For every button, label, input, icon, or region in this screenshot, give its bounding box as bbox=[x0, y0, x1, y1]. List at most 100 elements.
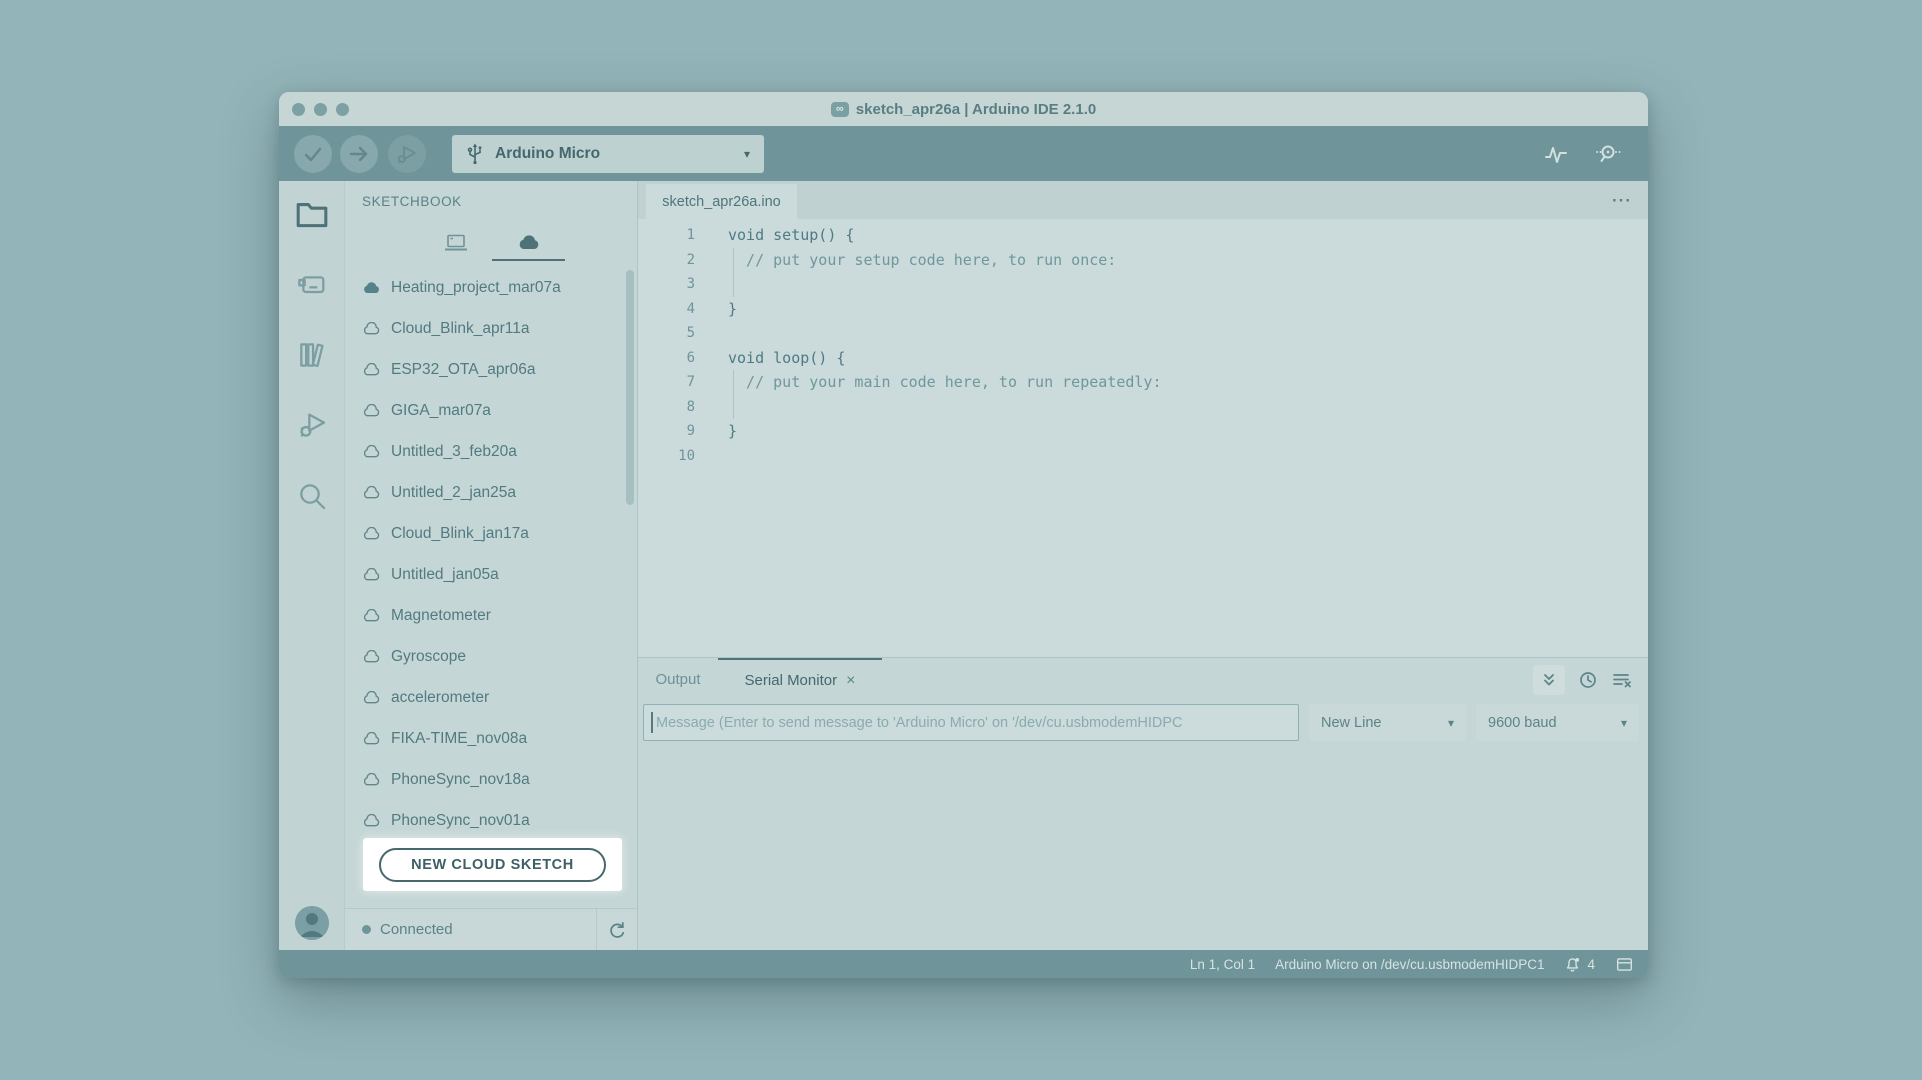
baud-rate-dropdown[interactable]: 9600 baud ▾ bbox=[1476, 704, 1639, 741]
sketch-list-item[interactable]: ESP32_OTA_apr06a bbox=[345, 349, 625, 390]
sketch-list-item[interactable]: Untitled_2_jan25a bbox=[345, 472, 625, 513]
line-number: 7 bbox=[686, 374, 695, 390]
notifications[interactable]: 4 bbox=[1564, 956, 1595, 973]
sidebar-item-search[interactable] bbox=[279, 480, 344, 512]
line-number: 10 bbox=[678, 447, 695, 464]
more-actions-icon[interactable]: ··· bbox=[1612, 191, 1648, 219]
sketch-list-item[interactable]: Cloud_Blink_apr11a bbox=[345, 308, 625, 349]
sketch-list-item[interactable]: Untitled_3_feb20a bbox=[345, 431, 625, 472]
toggle-panel-button[interactable] bbox=[1615, 956, 1634, 973]
main-area: SKETCHBOOK Heating_project_mar07a Cloud_… bbox=[279, 181, 1648, 950]
cloud-icon bbox=[362, 691, 381, 704]
checkmark-icon bbox=[302, 143, 324, 165]
sketch-name: Cloud_Blink_jan17a bbox=[391, 524, 529, 542]
title-bar: ∞ sketch_apr26a | Arduino IDE 2.1.0 bbox=[279, 92, 1648, 126]
sidebar-item-boards-manager[interactable] bbox=[279, 269, 344, 299]
sketch-list-item[interactable]: Cloud_Blink_jan17a bbox=[345, 513, 625, 554]
refresh-button[interactable] bbox=[596, 909, 637, 950]
bottom-panel-tabs: Output Serial Monitor × bbox=[638, 658, 1648, 701]
sketch-list-item[interactable]: Heating_project_mar07a bbox=[345, 267, 625, 308]
close-window-button[interactable] bbox=[292, 102, 305, 116]
verify-button[interactable] bbox=[294, 134, 332, 173]
sketch-list-item[interactable]: Untitled_jan05a bbox=[345, 554, 625, 595]
user-avatar[interactable] bbox=[295, 906, 329, 940]
sidebar-item-debug[interactable] bbox=[279, 408, 344, 440]
serial-message-input[interactable] bbox=[643, 704, 1299, 741]
cloud-icon bbox=[362, 568, 381, 581]
sidebar-scrollbar[interactable] bbox=[626, 270, 634, 505]
clear-output-button[interactable] bbox=[1611, 670, 1633, 690]
code-line: 1 void setup() { bbox=[638, 223, 1648, 248]
serial-monitor-button[interactable] bbox=[1593, 141, 1623, 167]
tab-serial-monitor[interactable]: Serial Monitor × bbox=[718, 658, 882, 701]
chevron-down-icon: ▾ bbox=[1620, 715, 1627, 730]
usb-icon bbox=[466, 142, 484, 166]
cloud-icon bbox=[362, 814, 381, 827]
line-ending-dropdown[interactable]: New Line ▾ bbox=[1309, 704, 1466, 741]
sketch-list-item[interactable]: Magnetometer bbox=[345, 595, 625, 636]
line-content: void loop() { bbox=[728, 348, 846, 367]
sketch-list-item[interactable]: GIGA_mar07a bbox=[345, 390, 625, 431]
timestamp-toggle-button[interactable] bbox=[1578, 670, 1598, 690]
line-number: 6 bbox=[686, 349, 695, 366]
sketch-list-item[interactable]: Gyroscope bbox=[345, 636, 625, 677]
sketch-name: accelerometer bbox=[391, 688, 490, 706]
cursor-position[interactable]: Ln 1, Col 1 bbox=[1190, 957, 1255, 972]
cloud-icon bbox=[362, 609, 381, 622]
line-content bbox=[695, 395, 728, 420]
serial-input-row: New Line ▾ 9600 baud ▾ bbox=[643, 704, 1639, 741]
connection-status-label: Connected bbox=[380, 921, 453, 938]
toolbar-right-icons bbox=[1543, 141, 1623, 167]
debug-play-bug-icon bbox=[395, 142, 419, 166]
cloud-icon bbox=[362, 445, 381, 458]
clock-icon bbox=[1578, 670, 1598, 690]
code-editor[interactable]: 1 void setup() { 2 // put your setup cod… bbox=[638, 219, 1648, 657]
board-icon bbox=[296, 269, 328, 299]
message-input-wrap bbox=[643, 704, 1299, 741]
debug-button[interactable] bbox=[388, 134, 426, 173]
toolbar: Arduino Micro ▾ bbox=[279, 126, 1648, 181]
cloud-icon bbox=[362, 404, 381, 417]
upload-button[interactable] bbox=[340, 134, 378, 173]
cloud-icon bbox=[362, 363, 381, 376]
sketch-name: PhoneSync_nov01a bbox=[391, 811, 530, 829]
refresh-icon bbox=[607, 920, 627, 940]
board-selector-dropdown[interactable]: Arduino Micro ▾ bbox=[452, 134, 764, 173]
collapse-panel-button[interactable] bbox=[1533, 664, 1565, 695]
debug-icon bbox=[296, 408, 328, 440]
tab-sketch-file[interactable]: sketch_apr26a.ino bbox=[646, 184, 797, 219]
tab-cloud-sketches[interactable] bbox=[492, 225, 565, 261]
close-icon[interactable]: × bbox=[846, 672, 855, 690]
traffic-lights bbox=[292, 92, 349, 126]
status-bar: Ln 1, Col 1 Arduino Micro on /dev/cu.usb… bbox=[279, 950, 1648, 978]
baud-rate-value: 9600 baud bbox=[1488, 714, 1557, 731]
chevron-down-icon: ▾ bbox=[743, 146, 750, 161]
sketch-name: FIKA-TIME_nov08a bbox=[391, 729, 528, 747]
tab-local-sketches[interactable] bbox=[419, 225, 492, 261]
double-chevron-down-icon bbox=[1541, 672, 1557, 688]
chevron-down-icon: ▾ bbox=[1447, 715, 1454, 730]
sketch-list-item[interactable]: FIKA-TIME_nov08a bbox=[345, 718, 625, 759]
tab-output[interactable]: Output bbox=[638, 658, 718, 701]
line-number: 4 bbox=[686, 300, 695, 317]
zoom-window-button[interactable] bbox=[336, 102, 349, 116]
window-title-group: ∞ sketch_apr26a | Arduino IDE 2.1.0 bbox=[830, 101, 1096, 118]
sketch-list-item[interactable]: PhoneSync_nov01a bbox=[345, 800, 625, 841]
cloud-icon bbox=[362, 650, 381, 663]
sidebar-item-library-manager[interactable] bbox=[279, 339, 344, 371]
new-cloud-sketch-button[interactable]: NEW CLOUD SKETCH bbox=[379, 847, 606, 882]
sidebar-item-sketchbook[interactable] bbox=[279, 198, 344, 230]
board-connection-status[interactable]: Arduino Micro on /dev/cu.usbmodemHIDPC1 bbox=[1275, 957, 1544, 972]
right-arrow-icon bbox=[348, 143, 370, 165]
minimize-window-button[interactable] bbox=[314, 102, 327, 116]
serial-plotter-button[interactable] bbox=[1543, 141, 1569, 167]
sketch-name: Untitled_jan05a bbox=[391, 565, 499, 583]
sketch-name: Untitled_2_jan25a bbox=[391, 483, 516, 501]
code-line: 6 void loop() { bbox=[638, 346, 1648, 371]
sketch-list-item[interactable]: PhoneSync_nov18a bbox=[345, 759, 625, 800]
sketch-list-item[interactable]: accelerometer bbox=[345, 677, 625, 718]
bell-icon bbox=[1564, 956, 1581, 973]
line-number: 2 bbox=[686, 251, 695, 268]
code-line: 7 // put your main code here, to run rep… bbox=[638, 370, 1648, 395]
code-line: 2 // put your setup code here, to run on… bbox=[638, 247, 1648, 273]
